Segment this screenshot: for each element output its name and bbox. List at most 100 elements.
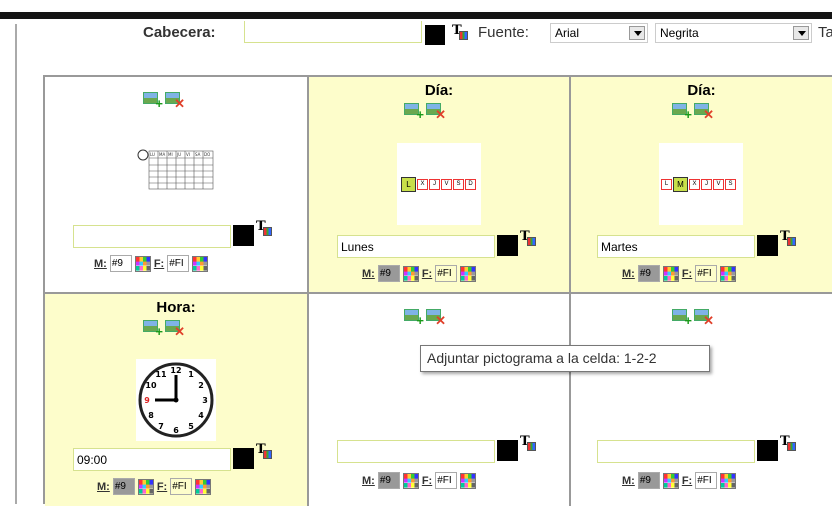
remove-image-icon[interactable]: ✕ — [165, 90, 185, 110]
weekday-pictogram: L M X J V S — [659, 143, 743, 225]
cell-text-input[interactable]: 09:00 — [73, 448, 231, 471]
cell-color-swatch[interactable] — [757, 235, 778, 256]
f-color-box[interactable]: #FI — [695, 472, 718, 489]
m-label: M: — [622, 267, 635, 280]
header-input[interactable] — [244, 21, 422, 43]
m-color-box[interactable]: #9 — [377, 265, 400, 282]
cell-color-swatch[interactable] — [497, 235, 518, 256]
f-color-box[interactable]: #FI — [170, 478, 193, 495]
cell-color-swatch[interactable] — [757, 440, 778, 461]
clock-number: 2 — [198, 381, 204, 390]
cell-2-1: Hora: + ✕ 12 1 2 3 4 5 6 7 8 9 10 11 09:… — [45, 294, 309, 506]
clock-number: 5 — [188, 422, 194, 431]
clock-number: 11 — [155, 370, 167, 379]
remove-image-icon[interactable]: ✕ — [694, 307, 714, 327]
calendar-pictogram: LU MA MI JU VI SA DO — [135, 149, 217, 191]
palette-icon[interactable] — [134, 255, 151, 272]
cal-header: SA — [195, 152, 201, 157]
text-color-icon[interactable]: T — [256, 219, 272, 236]
cell-color-swatch[interactable] — [497, 440, 518, 461]
weekday: X — [417, 179, 428, 190]
add-image-icon[interactable]: + — [672, 307, 692, 327]
font-select[interactable]: Arial — [550, 23, 648, 43]
weekday-pictogram: L X J V S D — [397, 143, 481, 225]
cell-color-swatch[interactable] — [233, 225, 254, 246]
clock-number: 6 — [173, 426, 179, 435]
remove-image-icon[interactable]: ✕ — [694, 101, 714, 121]
cell-color-swatch[interactable] — [233, 448, 254, 469]
cell-text-input[interactable] — [337, 440, 495, 463]
chevron-down-icon[interactable] — [793, 26, 809, 40]
weight-select[interactable]: Negrita — [655, 23, 812, 43]
m-color-box[interactable]: #9 — [377, 472, 400, 489]
palette-icon[interactable] — [402, 265, 419, 282]
cal-header: MI — [168, 152, 173, 157]
chevron-down-icon[interactable] — [629, 26, 645, 40]
f-color-box[interactable]: #FI — [435, 265, 458, 282]
f-color-box[interactable]: #FI — [167, 255, 190, 272]
text-color-icon[interactable]: T — [520, 229, 536, 246]
font-label: Fuente: — [478, 24, 529, 41]
add-image-icon[interactable]: + — [404, 101, 424, 121]
add-image-icon[interactable]: + — [143, 90, 163, 110]
palette-icon[interactable] — [402, 472, 419, 489]
weekday: X — [689, 179, 700, 190]
text-color-icon[interactable]: T — [520, 434, 536, 451]
m-label: M: — [622, 474, 635, 487]
cal-header: LU — [150, 152, 155, 157]
cell-title: Hora: — [156, 299, 196, 316]
palette-icon[interactable] — [192, 255, 209, 272]
f-color-box[interactable]: #FI — [695, 265, 718, 282]
cell-1-3: Día: + ✕ L M X J V S Martes T M: #9 F: #… — [571, 77, 832, 294]
palette-icon[interactable] — [460, 265, 477, 282]
cell-text-input[interactable]: Lunes — [337, 235, 495, 258]
m-color-box[interactable]: #9 — [109, 255, 132, 272]
f-color-box[interactable]: #FI — [435, 472, 458, 489]
cell-1-1: + ✕ LU MA MI JU VI SA DO T M: #9 F: #FI — [45, 77, 309, 294]
tooltip: Adjuntar pictograma a la celda: 1-2-2 — [420, 345, 710, 372]
cell-title: Día: — [687, 82, 716, 99]
cal-header: VI — [186, 152, 190, 157]
remove-image-icon[interactable]: ✕ — [165, 318, 185, 338]
m-color-box[interactable]: #9 — [112, 478, 135, 495]
m-color-box[interactable]: #9 — [637, 472, 660, 489]
palette-icon[interactable] — [720, 472, 737, 489]
cell-2-3: + ✕ T M: #9 F: #FI — [571, 294, 832, 506]
header-color-swatch[interactable] — [425, 25, 445, 45]
cal-header: MA — [159, 152, 165, 157]
cell-text-input[interactable] — [597, 440, 755, 463]
m-color-box[interactable]: #9 — [637, 265, 660, 282]
remove-image-icon[interactable]: ✕ — [426, 101, 446, 121]
clock-number: 10 — [145, 381, 157, 390]
cell-text-input[interactable] — [73, 225, 231, 248]
palette-icon[interactable] — [195, 478, 212, 495]
cell-text-input[interactable]: Martes — [597, 235, 755, 258]
palette-icon[interactable] — [720, 265, 737, 282]
text-color-icon[interactable]: T — [256, 442, 272, 459]
clock-number: 1 — [188, 370, 194, 379]
text-color-icon[interactable]: T — [780, 434, 796, 451]
palette-icon[interactable] — [662, 472, 679, 489]
weekday-active: M — [673, 177, 688, 192]
top-bar — [0, 12, 832, 19]
cell-2-2: + ✕ T M: #9 F: #FI — [309, 294, 571, 506]
f-label: F: — [421, 474, 433, 487]
add-image-icon[interactable]: + — [143, 318, 163, 338]
header-row: Cabecera: T Fuente: Arial Negrita Ta — [0, 21, 832, 47]
add-image-icon[interactable]: + — [404, 307, 424, 327]
f-label: F: — [421, 267, 433, 280]
clock-pictogram: 12 1 2 3 4 5 6 7 8 9 10 11 — [136, 359, 216, 441]
cell-title: Día: — [424, 82, 454, 99]
clock-number: 12 — [170, 366, 181, 375]
palette-icon[interactable] — [662, 265, 679, 282]
f-label: F: — [681, 474, 693, 487]
text-color-icon[interactable]: T — [780, 229, 796, 246]
header-trailing-label: Ta — [818, 24, 832, 41]
text-color-icon[interactable]: T — [452, 23, 468, 40]
m-label: M: — [97, 480, 110, 493]
palette-icon[interactable] — [460, 472, 477, 489]
remove-image-icon[interactable]: ✕ — [426, 307, 446, 327]
palette-icon[interactable] — [137, 478, 154, 495]
weekday-active: L — [401, 177, 416, 192]
add-image-icon[interactable]: + — [672, 101, 692, 121]
